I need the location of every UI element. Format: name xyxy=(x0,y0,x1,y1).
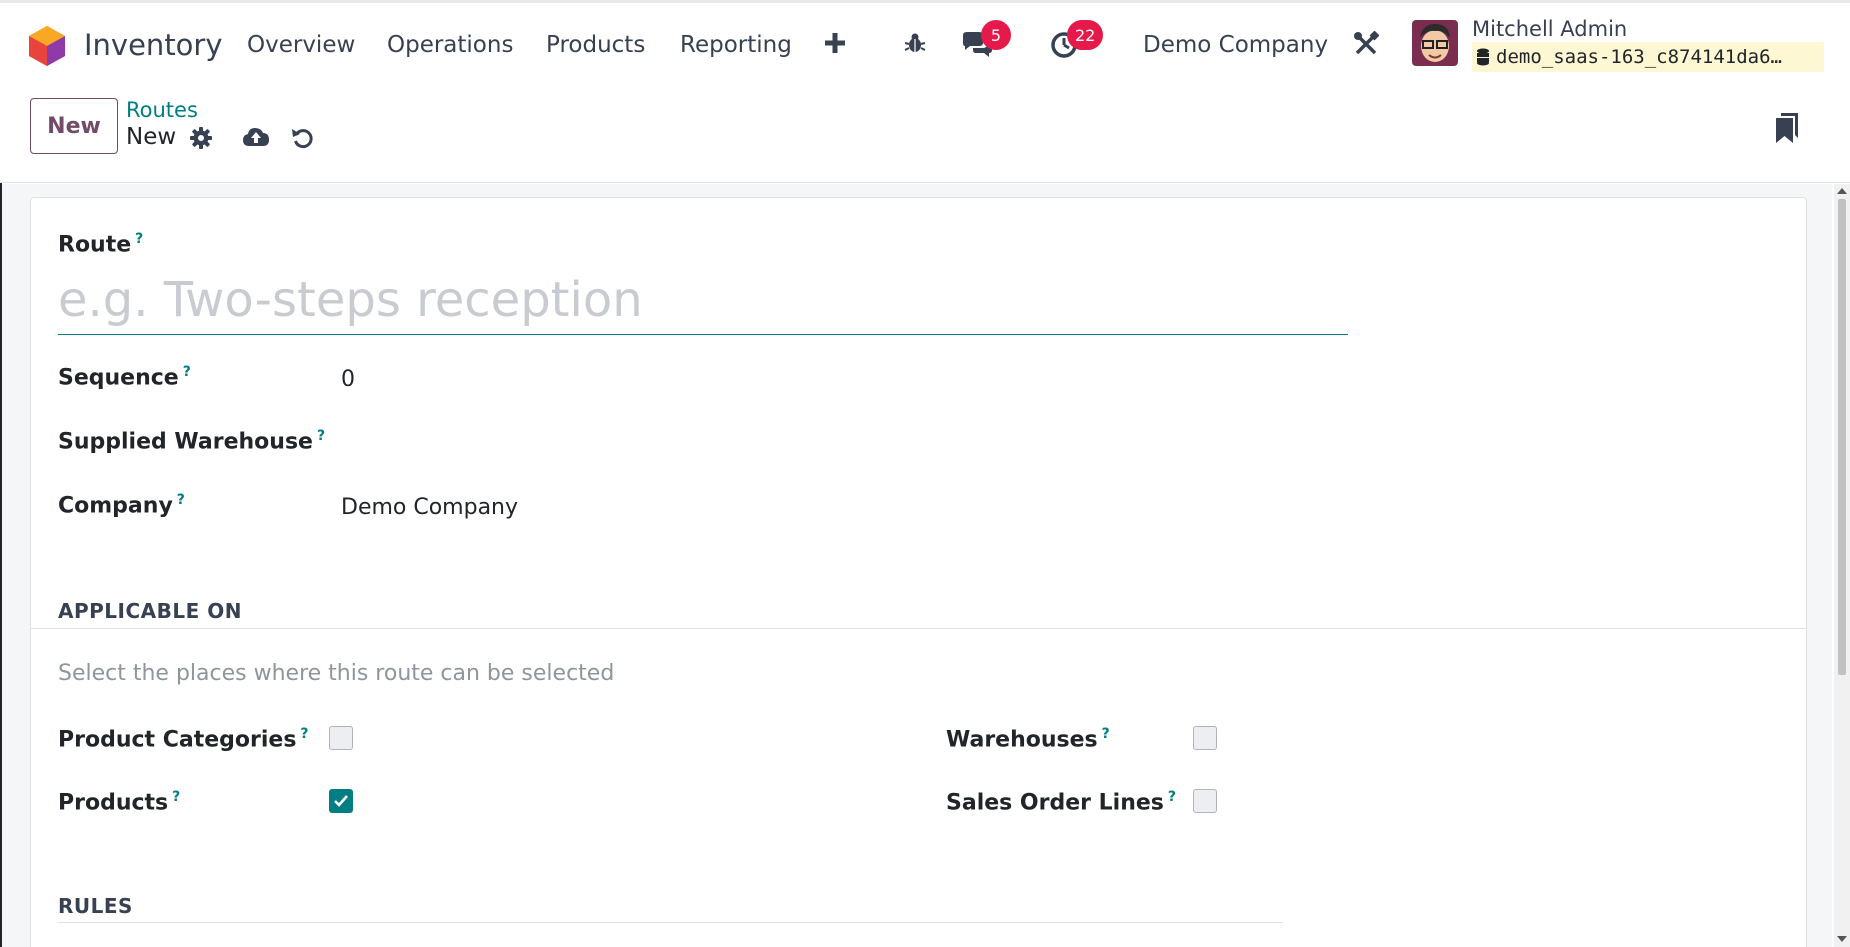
plus-icon[interactable] xyxy=(822,30,848,56)
sales-order-lines-label: Sales Order Lines? xyxy=(946,789,1176,816)
vertical-scrollbar[interactable] xyxy=(1834,184,1850,947)
database-name: demo_saas-163_c874141da6… xyxy=(1496,46,1782,68)
breadcrumb-routes[interactable]: Routes xyxy=(126,98,198,122)
warehouses-checkbox[interactable] xyxy=(1193,726,1217,750)
database-icon xyxy=(1476,48,1490,66)
warehouses-help-icon[interactable]: ? xyxy=(1102,726,1110,742)
company-label: Company? xyxy=(58,492,185,519)
route-name-input[interactable] xyxy=(58,265,1348,335)
checkmark-icon xyxy=(334,795,348,807)
products-help-icon[interactable]: ? xyxy=(172,789,180,805)
sequence-help-icon[interactable]: ? xyxy=(183,364,191,380)
settings-tools-icon[interactable] xyxy=(1352,30,1380,58)
applicable-on-divider xyxy=(31,628,1806,629)
discard-undo-icon[interactable] xyxy=(290,125,316,151)
menu-products[interactable]: Products xyxy=(546,32,645,58)
products-label: Products? xyxy=(58,789,181,816)
route-help-icon[interactable]: ? xyxy=(135,231,143,247)
user-name[interactable]: Mitchell Admin xyxy=(1472,17,1627,41)
company-switcher[interactable]: Demo Company xyxy=(1143,32,1328,58)
inventory-app-icon[interactable] xyxy=(28,25,66,67)
main-navbar: Inventory Overview Operations Products R… xyxy=(0,3,1850,83)
rules-title: RULES xyxy=(58,894,133,918)
database-chip[interactable]: demo_saas-163_c874141da6… xyxy=(1472,42,1824,72)
product-categories-help-icon[interactable]: ? xyxy=(300,726,308,742)
messages-count-badge: 5 xyxy=(981,20,1011,50)
company-help-icon[interactable]: ? xyxy=(177,492,185,508)
rules-divider xyxy=(58,922,1283,923)
product-categories-label: Product Categories? xyxy=(58,726,309,753)
new-button[interactable]: New xyxy=(30,98,118,154)
menu-reporting[interactable]: Reporting xyxy=(680,32,792,58)
applicable-on-title: APPLICABLE ON xyxy=(58,599,242,623)
debug-bug-icon[interactable] xyxy=(902,30,928,56)
sequence-field[interactable]: 0 xyxy=(341,367,355,392)
supplied-warehouse-label: Supplied Warehouse? xyxy=(58,428,326,455)
cloud-upload-save-icon[interactable] xyxy=(242,125,270,149)
supplied-warehouse-help-icon[interactable]: ? xyxy=(317,428,325,444)
sequence-label: Sequence? xyxy=(58,364,191,391)
user-avatar[interactable] xyxy=(1412,20,1458,66)
sales-order-lines-help-icon[interactable]: ? xyxy=(1168,789,1176,805)
route-label: Route? xyxy=(58,231,144,258)
scrollbar-thumb[interactable] xyxy=(1838,199,1846,675)
menu-operations[interactable]: Operations xyxy=(387,32,513,58)
applicable-on-help: Select the places where this route can b… xyxy=(58,661,615,686)
scroll-up-arrow[interactable] xyxy=(1837,188,1847,194)
bookmark-icon[interactable] xyxy=(1774,112,1800,144)
record-title: New xyxy=(126,124,177,150)
activities-count-badge: 22 xyxy=(1067,20,1104,50)
control-panel: New Routes New xyxy=(0,83,1850,183)
app-name[interactable]: Inventory xyxy=(84,28,223,62)
supplied-warehouse-field[interactable] xyxy=(341,424,941,458)
scroll-down-arrow[interactable] xyxy=(1837,936,1847,942)
product-categories-checkbox[interactable] xyxy=(329,726,353,750)
products-checkbox[interactable] xyxy=(329,789,353,813)
sales-order-lines-checkbox[interactable] xyxy=(1193,789,1217,813)
company-field[interactable]: Demo Company xyxy=(341,495,518,520)
warehouses-label: Warehouses? xyxy=(946,726,1110,753)
gear-icon[interactable] xyxy=(189,126,213,150)
menu-overview[interactable]: Overview xyxy=(247,32,355,58)
